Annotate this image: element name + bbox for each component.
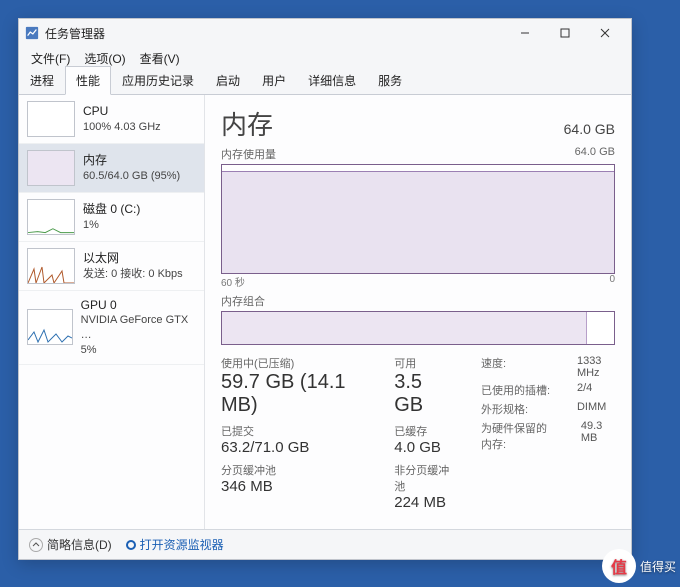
- footer: 简略信息(D) 打开资源监视器: [19, 529, 631, 559]
- open-resource-monitor-link[interactable]: 打开资源监视器: [126, 536, 224, 553]
- watermark-text: 值得买: [640, 558, 676, 575]
- sidebar-item-memory[interactable]: 内存 60.5/64.0 GB (95%): [19, 144, 204, 193]
- sidebar-disk-sub: 1%: [83, 218, 140, 233]
- sidebar-cpu-sub: 100% 4.03 GHz: [83, 120, 161, 135]
- sidebar-gpu-sub: NVIDIA GeForce GTX …: [81, 313, 196, 343]
- memory-thumb-icon: [27, 150, 75, 186]
- sidebar-gpu-sub2: 5%: [81, 343, 196, 358]
- disk-thumb-icon: [27, 199, 75, 235]
- tab-users[interactable]: 用户: [251, 66, 297, 94]
- stat-avail-label: 可用: [394, 355, 451, 371]
- content-body: CPU 100% 4.03 GHz 内存 60.5/64.0 GB (95%) …: [19, 95, 631, 529]
- stat-paged-label: 分页缓冲池: [221, 462, 364, 478]
- tab-strip: 进程 性能 应用历史记录 启动 用户 详细信息 服务: [19, 69, 631, 95]
- zero-axis: 0: [609, 274, 615, 289]
- sidebar-eth-sub: 发送: 0 接收: 0 Kbps: [83, 267, 183, 282]
- stat-avail-value: 3.5 GB: [394, 371, 451, 417]
- ethernet-thumb-icon: [27, 248, 75, 284]
- stat-inuse-label: 使用中(已压缩): [221, 355, 364, 371]
- tab-app-history[interactable]: 应用历史记录: [111, 66, 205, 94]
- sidebar-memory-label: 内存: [83, 152, 180, 168]
- titlebar[interactable]: 任务管理器: [19, 19, 631, 47]
- sidebar-eth-label: 以太网: [83, 250, 183, 266]
- sidebar-item-disk[interactable]: 磁盘 0 (C:) 1%: [19, 193, 204, 242]
- stat-commit-label: 已提交: [221, 423, 364, 439]
- link-label: 打开资源监视器: [140, 536, 224, 553]
- watermark: 值 值得买: [602, 549, 676, 583]
- spec-form-v: DIMM: [577, 401, 606, 417]
- cpu-thumb-icon: [27, 101, 75, 137]
- spec-reserved-k: 为硬件保留的内存:: [481, 420, 557, 452]
- comp-label: 内存组合: [221, 293, 615, 309]
- tab-details[interactable]: 详细信息: [297, 66, 367, 94]
- close-button[interactable]: [585, 20, 625, 46]
- spec-slots-v: 2/4: [577, 382, 592, 398]
- stat-cached-label: 已缓存: [394, 423, 451, 439]
- memory-composition-chart: [221, 311, 615, 345]
- window-title: 任务管理器: [45, 25, 505, 42]
- spec-speed-k: 速度:: [481, 355, 553, 379]
- sidebar-item-ethernet[interactable]: 以太网 发送: 0 接收: 0 Kbps: [19, 242, 204, 291]
- detail-total: 64.0 GB: [564, 121, 615, 137]
- sidebar-item-gpu[interactable]: GPU 0 NVIDIA GeForce GTX … 5%: [19, 291, 204, 365]
- tab-startup[interactable]: 启动: [205, 66, 251, 94]
- stat-inuse-value: 59.7 GB (14.1 MB): [221, 371, 364, 417]
- sidebar-gpu-label: GPU 0: [81, 297, 196, 313]
- tab-services[interactable]: 服务: [367, 66, 413, 94]
- usage-max: 64.0 GB: [575, 146, 615, 162]
- detail-pane: 内存 64.0 GB 内存使用量 64.0 GB 60 秒 0 内存组合 使用中…: [205, 95, 631, 529]
- stat-paged-value: 346 MB: [221, 478, 364, 495]
- stats-block: 使用中(已压缩) 59.7 GB (14.1 MB) 已提交 63.2/71.0…: [221, 355, 615, 511]
- memory-usage-chart: [221, 164, 615, 274]
- spec-form-k: 外形规格:: [481, 401, 553, 417]
- watermark-icon: 值: [602, 549, 636, 583]
- fewer-details-toggle[interactable]: 简略信息(D): [29, 536, 112, 553]
- sidebar: CPU 100% 4.03 GHz 内存 60.5/64.0 GB (95%) …: [19, 95, 205, 529]
- sidebar-cpu-label: CPU: [83, 103, 161, 119]
- stat-cached-value: 4.0 GB: [394, 439, 451, 456]
- minimize-button[interactable]: [505, 20, 545, 46]
- task-manager-window: 任务管理器 文件(F) 选项(O) 查看(V) 进程 性能 应用历史记录 启动 …: [18, 18, 632, 560]
- sidebar-disk-label: 磁盘 0 (C:): [83, 201, 140, 217]
- stat-commit-value: 63.2/71.0 GB: [221, 439, 364, 456]
- stat-nonpaged-value: 224 MB: [394, 494, 451, 511]
- spec-slots-k: 已使用的插槽:: [481, 382, 553, 398]
- detail-title: 内存: [221, 105, 273, 142]
- sidebar-item-cpu[interactable]: CPU 100% 4.03 GHz: [19, 95, 204, 144]
- time-axis: 60 秒: [221, 274, 245, 289]
- stat-nonpaged-label: 非分页缓冲池: [394, 462, 451, 494]
- monitor-icon: [126, 540, 136, 550]
- app-icon: [25, 26, 39, 40]
- gpu-thumb-icon: [27, 309, 73, 345]
- spec-reserved-v: 49.3 MB: [581, 420, 615, 452]
- toggle-label: 简略信息(D): [47, 536, 112, 553]
- sidebar-memory-sub: 60.5/64.0 GB (95%): [83, 169, 180, 184]
- spec-speed-v: 1333 MHz: [577, 355, 615, 379]
- tab-processes[interactable]: 进程: [19, 66, 65, 94]
- maximize-button[interactable]: [545, 20, 585, 46]
- usage-label: 内存使用量: [221, 146, 276, 162]
- chevron-up-icon: [29, 538, 43, 552]
- window-controls: [505, 20, 625, 46]
- tab-performance[interactable]: 性能: [65, 66, 111, 95]
